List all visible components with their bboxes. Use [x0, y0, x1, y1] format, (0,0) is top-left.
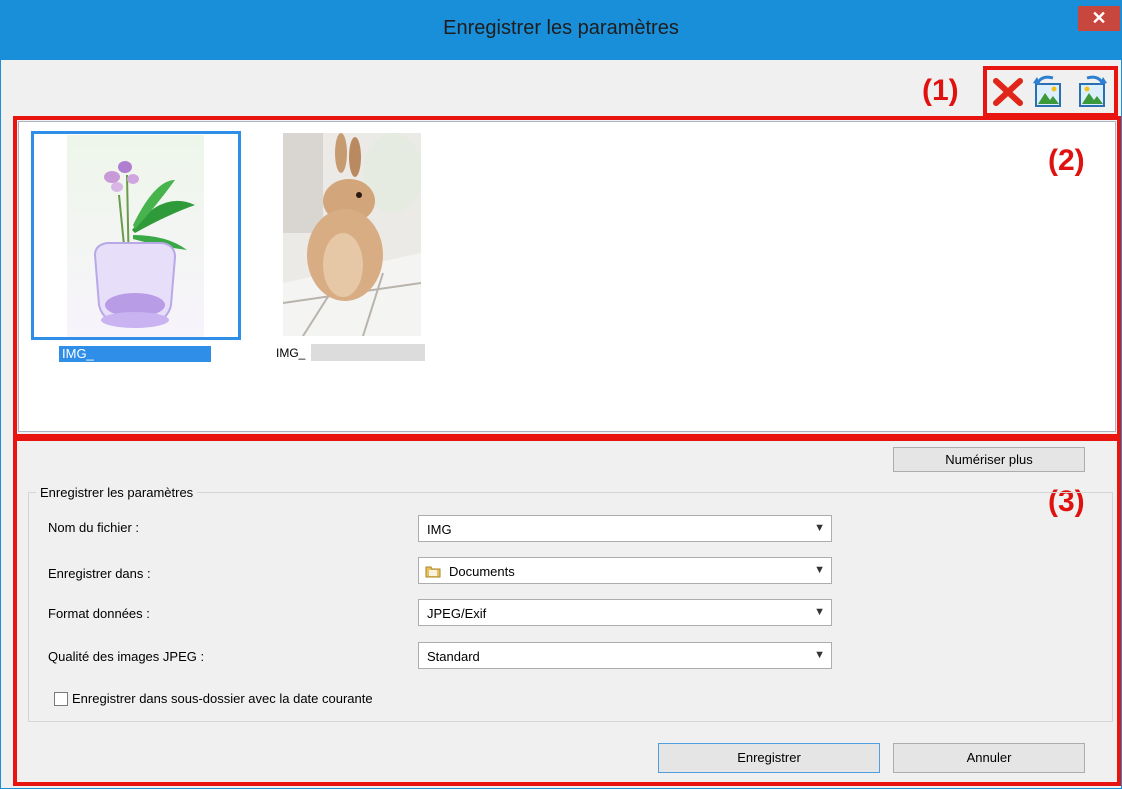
jpeg-quality-combobox[interactable]: Standard ▼ [418, 642, 832, 669]
save-in-value: Documents [449, 564, 515, 579]
save-in-label: Enregistrer dans : [48, 566, 151, 581]
format-combobox[interactable]: JPEG/Exif ▼ [418, 599, 832, 626]
callout-1: (1) [922, 74, 959, 107]
jpeg-quality-value: Standard [427, 649, 480, 664]
filename-combobox[interactable]: IMG ▼ [418, 515, 832, 542]
filename-label: Nom du fichier : [48, 520, 140, 535]
jpeg-quality-label: Qualité des images JPEG : [48, 649, 205, 664]
thumbnail-label[interactable]: IMG_ [276, 346, 305, 360]
filename-value: IMG [427, 522, 452, 537]
window-title: Enregistrer les paramètres [443, 17, 679, 39]
callout-2: (2) [1048, 144, 1085, 177]
rotate-right-icon[interactable] [1075, 73, 1109, 109]
thumbnail-image-flower[interactable] [67, 135, 204, 337]
chevron-down-icon: ▼ [814, 649, 825, 661]
close-button[interactable]: ✕ [1078, 6, 1120, 31]
title-bar[interactable]: Enregistrer les paramètres ✕ [1, 1, 1121, 60]
delete-icon[interactable] [991, 73, 1025, 109]
thumbnail-image-rabbit[interactable] [283, 133, 421, 336]
chevron-down-icon: ▼ [814, 522, 825, 534]
thumbnail-label[interactable]: IMG_ [59, 346, 211, 362]
thumbnail-label-blurred [311, 344, 425, 361]
cancel-button[interactable]: Annuler [893, 743, 1085, 773]
chevron-down-icon: ▼ [814, 606, 825, 618]
group-title: Enregistrer les paramètres [36, 485, 198, 500]
save-in-combobox[interactable]: Documents ▼ [418, 557, 832, 584]
scan-more-button[interactable]: Numériser plus [893, 447, 1085, 472]
folder-icon [425, 563, 441, 582]
format-label: Format données : [48, 606, 150, 621]
subfolder-checkbox[interactable] [54, 692, 68, 706]
subfolder-checkbox-label[interactable]: Enregistrer dans sous-dossier avec la da… [72, 691, 373, 706]
save-button[interactable]: Enregistrer [658, 743, 880, 773]
chevron-down-icon: ▼ [814, 564, 825, 576]
format-value: JPEG/Exif [427, 606, 487, 621]
rotate-left-icon[interactable] [1031, 73, 1065, 109]
